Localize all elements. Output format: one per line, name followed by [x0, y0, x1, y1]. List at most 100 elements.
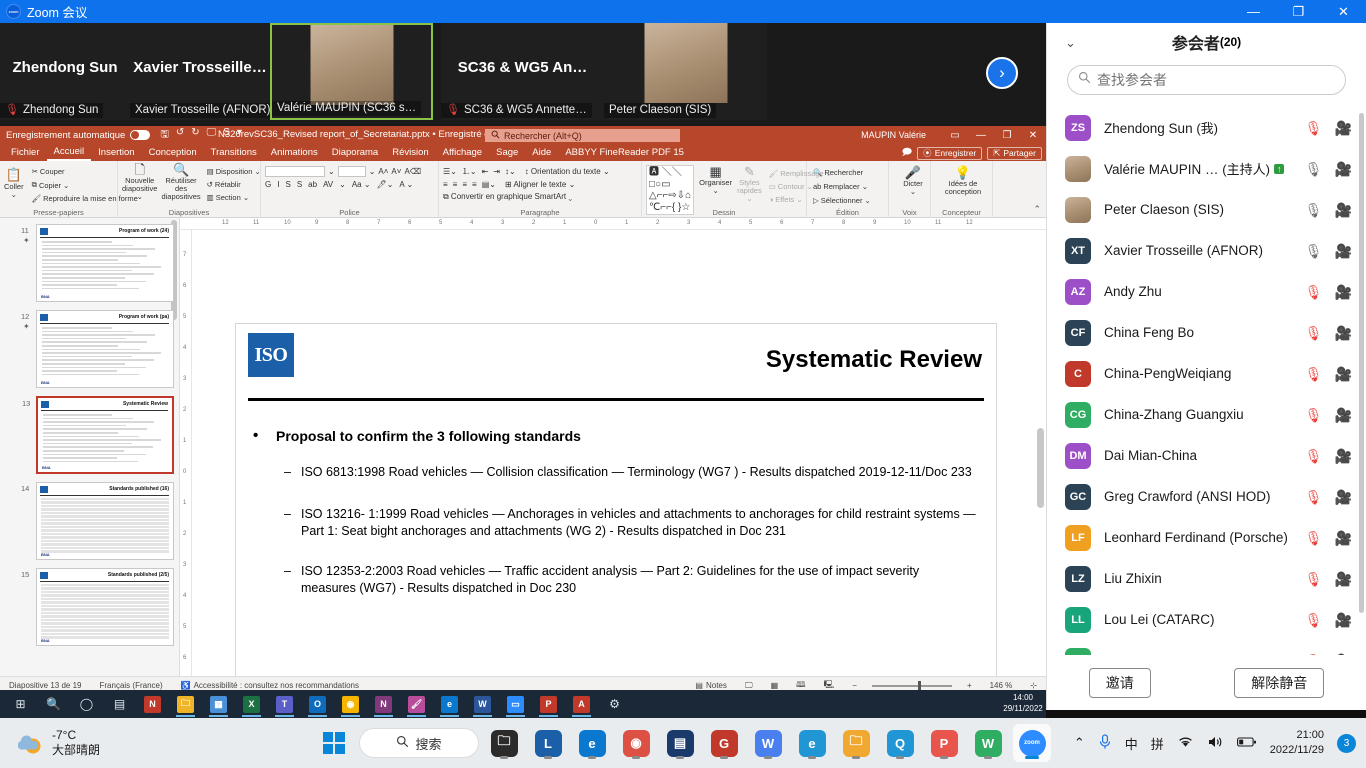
align-right-button[interactable]: ≡: [462, 180, 467, 189]
ribbon-tabs[interactable]: FichierAccueilInsertionConceptionTransit…: [0, 144, 1046, 161]
taskbar-icon-search[interactable]: 🔍: [37, 690, 70, 718]
redo-icon[interactable]: ↻: [191, 127, 199, 144]
video-off-icon[interactable]: 🎥: [1335, 244, 1352, 258]
participant-row[interactable]: DMDai Mian-China🎙🎥: [1047, 435, 1366, 476]
mic-muted-icon[interactable]: 🎙: [1305, 572, 1323, 586]
taskbar-search-box[interactable]: 搜索: [359, 728, 479, 758]
video-off-icon[interactable]: 🎥: [1335, 449, 1352, 463]
video-off-icon[interactable]: 🎥: [1335, 162, 1352, 176]
taskbar-icon-acrobat[interactable]: A: [565, 690, 598, 718]
participant-row[interactable]: GCGreg Crawford (ANSI HOD)🎙🎥: [1047, 476, 1366, 517]
taskbar-icon-chrome[interactable]: ◉: [334, 690, 367, 718]
slide-thumbnail[interactable]: 12✦Program of work (pa)BNA: [36, 310, 174, 388]
next-page-arrow-icon[interactable]: ›: [986, 57, 1018, 89]
slide-sub-bullet-1[interactable]: ISO 6813:1998 Road vehicles — Collision …: [301, 464, 976, 481]
taskbar-app-wechat[interactable]: W: [969, 724, 1007, 762]
participant-row[interactable]: Peter Claeson (SIS)🎙🎥: [1047, 189, 1366, 230]
view-sorter-button[interactable]: ▦: [762, 681, 788, 690]
taskbar-app-wps-pdf[interactable]: P: [925, 724, 963, 762]
battery-icon[interactable]: [1237, 736, 1257, 751]
taskbar-app-lens[interactable]: L: [529, 724, 567, 762]
taskbar-icon-file-explorer[interactable]: 🗀: [169, 690, 202, 718]
slide-thumbnail[interactable]: 13Systematic ReviewBNA: [36, 396, 174, 474]
change-case-button[interactable]: Aa ⌄: [352, 180, 371, 189]
bullets-button[interactable]: ☰⌄: [443, 167, 457, 176]
view-normal-button[interactable]: 🖵: [736, 681, 762, 691]
autosave-switch-icon[interactable]: [130, 130, 150, 140]
slide-thumbnail[interactable]: 15Standards published (2/5)BNA: [36, 568, 174, 646]
slide-editing-area[interactable]: 1211109876543210123456789101112 76543210…: [180, 218, 1046, 676]
numbering-button[interactable]: ⒈⌄: [462, 166, 477, 177]
clear-format-icon[interactable]: A⌫: [404, 167, 421, 176]
taskbar-app-wps-writer[interactable]: W: [749, 724, 787, 762]
taskbar-icon-zoom[interactable]: ▭: [499, 690, 532, 718]
taskbar-app-gmarket[interactable]: G: [705, 724, 743, 762]
replace-button[interactable]: abRemplacer ⌄: [811, 181, 884, 192]
taskbar-app-folder[interactable]: 🗀: [837, 724, 875, 762]
participant-row[interactable]: Valérie MAUPIN … (主持人)↑🎙🎥: [1047, 148, 1366, 189]
ribbon-tab-sage[interactable]: Sage: [489, 144, 525, 161]
ribbon-tab-aide[interactable]: Aide: [525, 144, 558, 161]
video-off-icon[interactable]: 🎥: [1335, 203, 1352, 217]
participant-row[interactable]: CFChina Feng Bo🎙🎥: [1047, 312, 1366, 353]
align-center-button[interactable]: ≡: [453, 180, 458, 189]
ribbon-tab-accueil[interactable]: Accueil: [47, 144, 92, 161]
video-off-icon[interactable]: 🎥: [1335, 326, 1352, 340]
smartart-button[interactable]: ⧉ Convertir en graphique SmartArt ⌄: [443, 192, 572, 202]
record-button[interactable]: ⦿Enregistrer: [917, 147, 982, 160]
mic-muted-icon[interactable]: 🎙: [1305, 449, 1323, 463]
reuse-slides-button[interactable]: 🔍Réutiliser des diapositives: [161, 163, 200, 201]
ribbon-tab-animations[interactable]: Animations: [264, 144, 325, 161]
ribbon-tab-fichier[interactable]: Fichier: [4, 144, 47, 161]
align-left-button[interactable]: ≡: [443, 180, 448, 189]
quick-styles-button[interactable]: ✎Styles rapides ⌄: [737, 165, 762, 203]
ribbon-tab-conception[interactable]: Conception: [142, 144, 204, 161]
line-spacing-button[interactable]: ↕⌄: [505, 167, 516, 176]
zoom-maximize-button[interactable]: ❐: [1276, 0, 1321, 23]
participant-row[interactable]: LZLiu Zhixin🎙🎥: [1047, 558, 1366, 599]
taskbar-icon-start[interactable]: ⊞: [4, 690, 37, 718]
slide-thumbnail[interactable]: 11✦Program of work (24)BNA: [36, 224, 174, 302]
italic-button[interactable]: I: [277, 180, 279, 189]
mic-muted-icon[interactable]: 🎙: [1305, 408, 1323, 422]
ribbon-tab-diaporama[interactable]: Diaporama: [325, 144, 385, 161]
current-slide[interactable]: ISO Systematic Review Proposal to confir…: [235, 323, 997, 676]
find-button[interactable]: 🔍Rechercher: [811, 167, 884, 178]
character-spacing-button[interactable]: AV: [323, 180, 333, 189]
layout-button[interactable]: ▤Disposition ⌄: [205, 166, 263, 177]
font-color-button[interactable]: A ⌄: [399, 180, 413, 189]
underline-button[interactable]: S: [285, 180, 290, 189]
secondary-taskbar[interactable]: ⊞🔍◯▤N🗀▦XTO◉N🖌eW▭PA⚙: [0, 690, 1046, 718]
accessibility-indicator[interactable]: ♿ Accessibilité : consultez nos recomman…: [172, 681, 368, 690]
dictate-button[interactable]: 🎤Dicter⌄: [893, 163, 933, 196]
columns-button[interactable]: ▤⌄: [482, 180, 496, 189]
slide-thumbnail[interactable]: 14Standards published (16)BNA: [36, 482, 174, 560]
zoom-close-button[interactable]: ✕: [1321, 0, 1366, 23]
share-button[interactable]: ⇱Partager: [987, 147, 1042, 160]
mic-muted-icon[interactable]: 🎙: [1305, 285, 1323, 299]
mic-muted-icon[interactable]: 🎙: [1305, 367, 1323, 381]
taskbar-icon-nvidia[interactable]: N: [136, 690, 169, 718]
font-size-select[interactable]: [338, 166, 366, 177]
taskbar-app-sogou-browser[interactable]: e: [793, 724, 831, 762]
taskbar-clock[interactable]: 21:00 2022/11/29: [1270, 728, 1324, 758]
slide-scrollbar[interactable]: [1037, 428, 1044, 508]
mic-muted-icon[interactable]: 🎙: [1305, 121, 1323, 135]
mic-muted-icon[interactable]: 🎙: [1305, 490, 1323, 504]
participant-row[interactable]: CGChina-Zhang Guangxiu🎙🎥: [1047, 394, 1366, 435]
video-tile[interactable]: SC36 & WG5 An…🎙SC36 & WG5 Annette…: [441, 23, 604, 120]
taskbar-icon-task-view[interactable]: ◯: [70, 690, 103, 718]
new-slide-button[interactable]: 🗋Nouvelle diapositive⌄: [122, 163, 157, 201]
volume-icon[interactable]: [1207, 735, 1224, 752]
collapse-ribbon-icon[interactable]: ⌃: [1033, 204, 1041, 215]
taskbar-icon-powerpoint[interactable]: P: [532, 690, 565, 718]
strikethrough-button[interactable]: ab: [308, 180, 317, 189]
zoom-in-button[interactable]: +: [958, 681, 981, 690]
design-ideas-button[interactable]: 💡Idées de conception: [935, 163, 991, 196]
unmute-button[interactable]: 解除静音: [1234, 668, 1324, 698]
font-family-select[interactable]: [265, 166, 325, 177]
increase-indent-button[interactable]: ⇥: [493, 167, 500, 176]
participants-search-box[interactable]: [1067, 65, 1346, 95]
taskbar-app-chrome[interactable]: ◉: [617, 724, 655, 762]
zoom-slider[interactable]: [872, 685, 952, 687]
